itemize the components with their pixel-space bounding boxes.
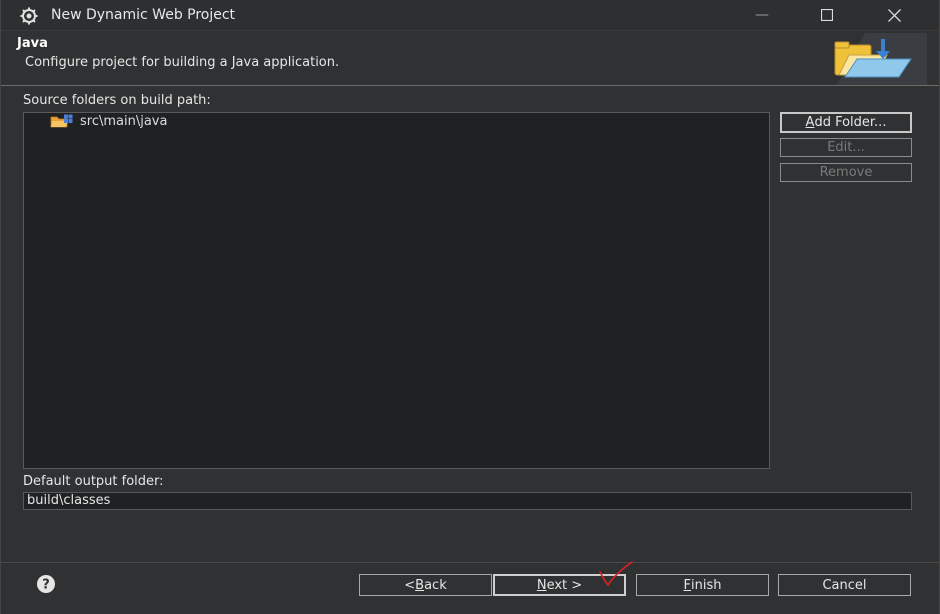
output-folder-input[interactable]: build\classes [23, 492, 912, 510]
close-button[interactable] [871, 0, 917, 30]
folder-banner-icon [834, 33, 927, 85]
eclipse-gear-icon [20, 7, 38, 25]
output-folder-label: Default output folder: [23, 474, 164, 489]
tree-item-label: src\main\java [80, 113, 168, 129]
source-folders-tree[interactable]: src\main\java [23, 112, 770, 469]
tree-item-source-folder[interactable]: src\main\java [50, 113, 167, 129]
minimize-button[interactable]: — [739, 0, 785, 30]
title-bar[interactable]: New Dynamic Web Project — [1, 0, 939, 31]
red-check-annotation [599, 561, 633, 587]
package-folder-icon [50, 114, 73, 128]
footer-divider [1, 562, 939, 563]
page-description: Configure project for building a Java ap… [25, 55, 340, 70]
source-folders-label: Source folders on build path: [23, 93, 211, 108]
finish-button[interactable]: Finish [636, 574, 769, 596]
edit-button[interactable]: Edit... [780, 138, 912, 157]
minimize-icon: — [755, 7, 769, 23]
cancel-button[interactable]: Cancel [778, 574, 911, 596]
window-title: New Dynamic Web Project [51, 7, 236, 23]
remove-button[interactable]: Remove [780, 163, 912, 182]
svg-text:?: ? [42, 578, 50, 593]
maximize-button[interactable] [804, 0, 850, 30]
close-icon [887, 8, 901, 22]
back-button[interactable]: < Back [359, 574, 492, 596]
dialog-window: New Dynamic Web Project — Java Configure… [0, 0, 940, 614]
help-icon[interactable]: ? [32, 573, 60, 595]
page-title: Java [17, 36, 48, 51]
add-folder-button[interactable]: Add Folder... [780, 112, 912, 133]
wizard-header: Java Configure project for building a Ja… [1, 31, 939, 86]
maximize-icon [821, 9, 833, 21]
